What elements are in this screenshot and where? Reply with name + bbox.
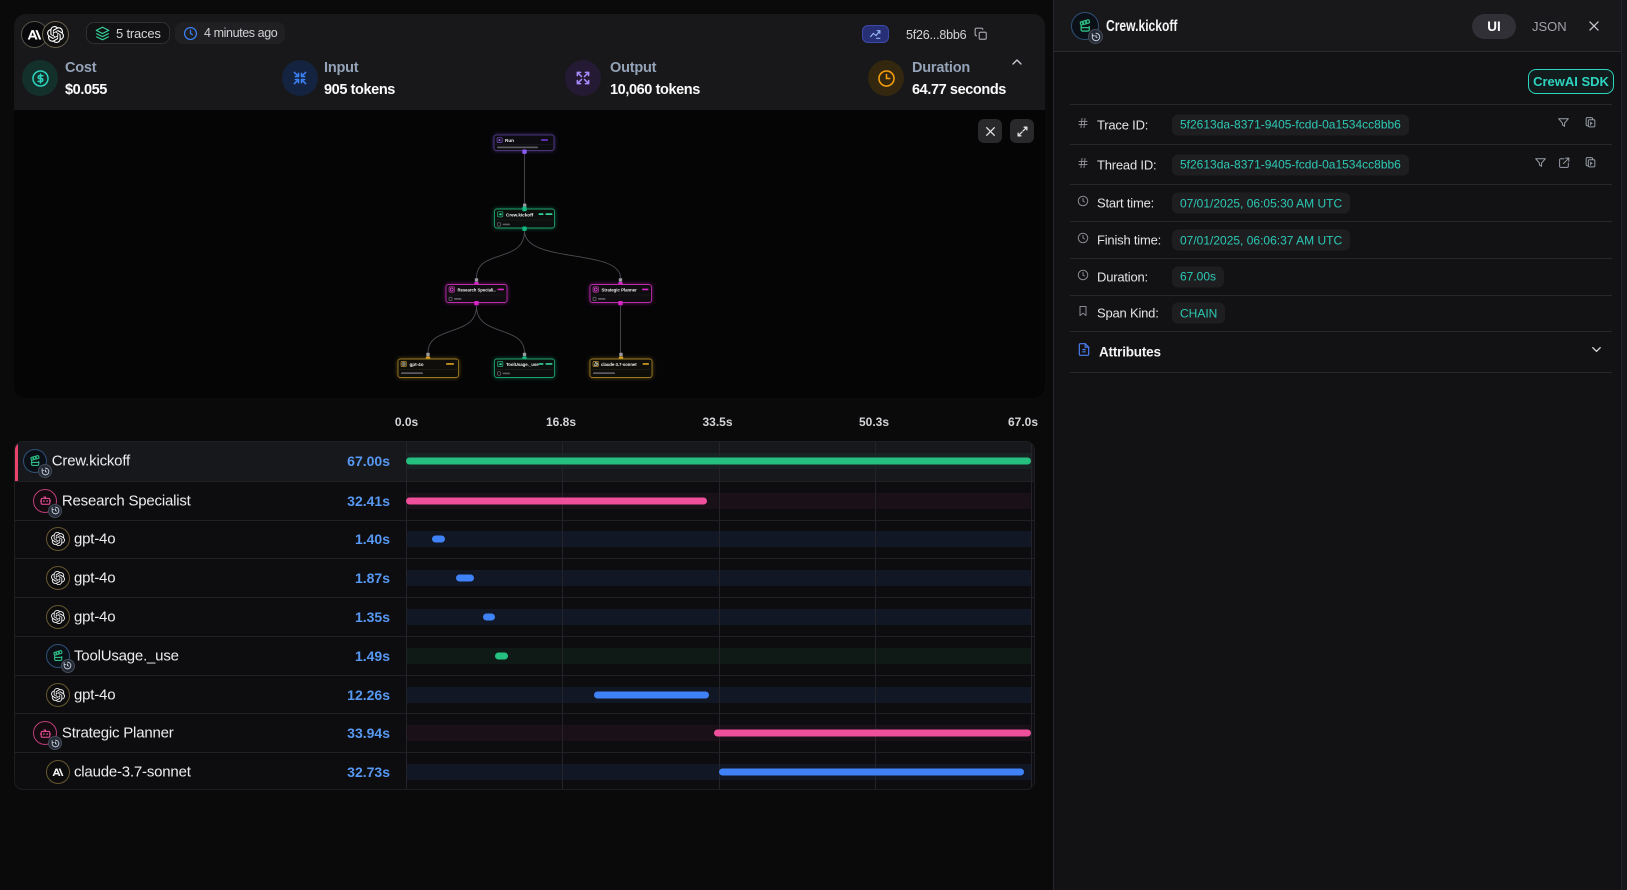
svg-text:gpt-4o: gpt-4o [410,362,424,367]
svg-text:Research Speciali..: Research Speciali.. [458,288,496,293]
svg-text:claude-3.7-sonnet: claude-3.7-sonnet [601,362,637,367]
svg-text:Run: Run [505,138,514,143]
svg-text:Crew.kickoff: Crew.kickoff [506,212,534,217]
svg-text:ToolUsage._use: ToolUsage._use [506,362,539,367]
svg-text:Strategic Planner: Strategic Planner [602,288,638,293]
